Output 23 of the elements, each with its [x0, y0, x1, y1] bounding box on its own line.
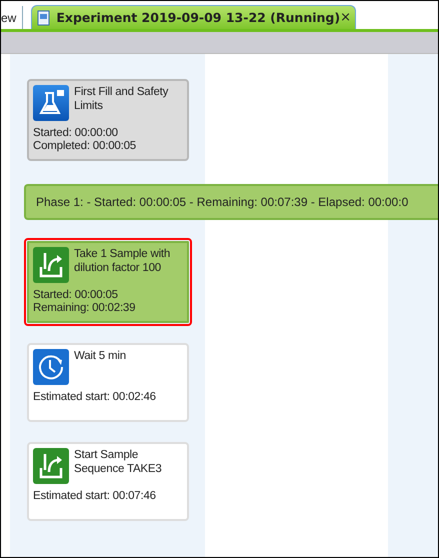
- sample-transfer-icon: [33, 448, 69, 484]
- phase-text: Phase 1: - Started: 00:00:05 - Remaining: 00:07:39 - Elapsed: 00:00:0: [36, 195, 408, 209]
- step-card[interactable]: Start Sample Sequence TAKE3 Estimated start: 00:07:46: [27, 442, 189, 521]
- step-time: Started: 00:00:05: [33, 289, 119, 302]
- step-time: Remaining: 00:02:39: [33, 302, 136, 315]
- step-time: Estimated start: 00:07:46: [33, 490, 157, 503]
- step-title: Wait 5 min: [74, 349, 126, 363]
- step-time: Estimated start: 00:02:46: [33, 391, 157, 404]
- step-title: First Fill and Safety Limits: [74, 85, 170, 113]
- tab[interactable]: Experiment 2019-09-09 13-22 (Running)×: [31, 5, 356, 29]
- flask-icon: [33, 85, 69, 121]
- step-time: Started: 00:00:00: [33, 127, 119, 140]
- close-icon[interactable]: ×: [340, 10, 351, 25]
- step-title: Take 1 Sample with dilution factor 100: [74, 247, 172, 275]
- tab[interactable]: ew: [1, 6, 24, 29]
- step-title: Start Sample Sequence TAKE3: [74, 448, 163, 476]
- step-card[interactable]: Take 1 Sample with dilution factor 100 Started: 00:00:05 Remaining: 00:02:39: [27, 241, 189, 323]
- clock-icon: [33, 349, 69, 385]
- step-card[interactable]: Wait 5 min Estimated start: 00:02:46: [27, 343, 189, 422]
- sample-transfer-icon: [33, 247, 69, 283]
- document-icon: [36, 10, 52, 26]
- step-time: Completed: 00:00:05: [33, 140, 137, 153]
- step-card[interactable]: First Fill and Safety Limits Started: 00:00:00 Completed: 00:00:05: [27, 79, 189, 161]
